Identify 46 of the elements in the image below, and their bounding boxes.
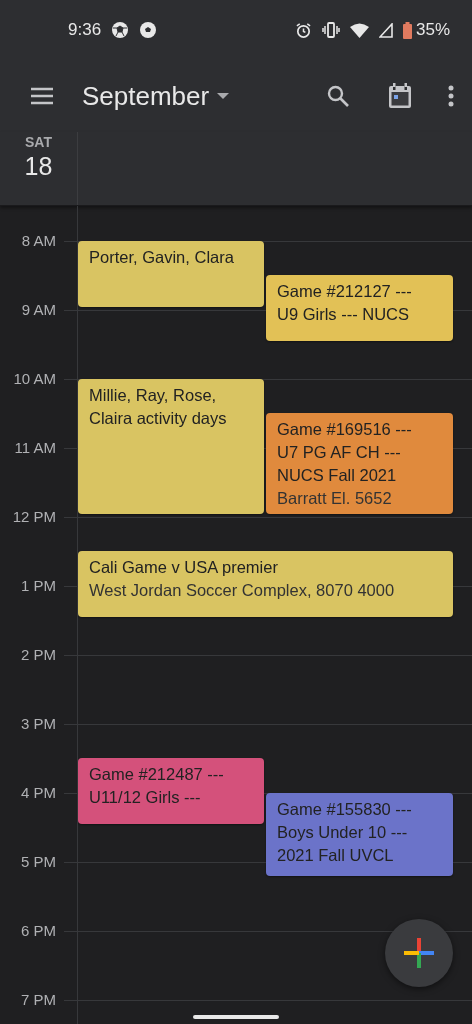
search-icon <box>326 84 350 108</box>
event-card[interactable]: Game #155830 --- Boys Under 10 --- 2021 Fall UVCL <box>266 792 453 876</box>
hour-label: 2 PM <box>21 646 56 663</box>
more-icon <box>448 85 454 107</box>
hour-label: 12 PM <box>12 508 56 525</box>
signal-icon <box>378 22 393 38</box>
event-card[interactable]: Game #212487 --- U11/12 Girls --- <box>78 758 264 824</box>
hour-label: 1 PM <box>21 577 56 594</box>
plus-icon <box>404 938 434 968</box>
hour-label: 3 PM <box>21 715 56 732</box>
vibrate-icon <box>321 22 340 38</box>
hour-label: 7 PM <box>21 991 56 1008</box>
event-title: Game #212127 --- U9 Girls --- NUCS <box>277 281 413 325</box>
event-title: Millie, Ray, Rose, Claira activity days <box>89 384 228 429</box>
event-location: Barratt El. 5652 <box>277 488 393 509</box>
calendar-icon <box>388 83 412 109</box>
event-title: Game #212487 --- U11/12 Girls --- <box>89 764 225 808</box>
day-of-week: SAT <box>25 134 52 150</box>
hour-label: 10 AM <box>13 370 56 387</box>
event-location: West Jordan Soccer Complex, 8070 4000 <box>89 580 396 601</box>
soccer-ball-icon <box>111 21 130 39</box>
hour-label: 4 PM <box>21 784 56 801</box>
battery-icon <box>402 21 412 39</box>
event-card[interactable]: Cali Game v USA premier West Jordan Soccer Complex, 8070 4000 <box>78 551 453 617</box>
hour-label: 9 AM <box>21 301 56 318</box>
menu-icon <box>30 87 54 105</box>
status-time: 9:36 <box>68 20 102 40</box>
alarm-icon <box>294 21 312 39</box>
hour-label: 6 PM <box>21 922 56 939</box>
battery-percent: 35% <box>415 20 450 40</box>
event-title: Cali Game v USA premier <box>89 557 279 578</box>
month-dropdown[interactable]: September <box>82 80 230 112</box>
event-card[interactable]: Millie, Ray, Rose, Claira activity days <box>78 378 264 514</box>
caret-icon <box>217 92 230 100</box>
soccer-ball-icon <box>139 21 158 39</box>
event-title: Game #155830 --- Boys Under 10 --- 2021 Fall UVCL <box>277 798 413 866</box>
event-card[interactable]: Porter, Gavin, Clara <box>78 240 264 307</box>
wifi-icon <box>349 22 369 38</box>
event-card[interactable]: Game #212127 --- U9 Girls --- NUCS <box>266 275 453 341</box>
hour-label: 5 PM <box>21 853 56 870</box>
hour-label: 8 AM <box>21 232 56 249</box>
event-title: Game #169516 --- U7 PG AF CH --- NUCS Fall 2021 <box>277 419 413 486</box>
event-title: Porter, Gavin, Clara <box>89 246 235 268</box>
hour-label: 11 AM <box>14 439 56 456</box>
day-number[interactable]: 18 <box>24 152 53 181</box>
event-card[interactable]: Game #169516 --- U7 PG AF CH --- NUCS Fall 2021 Barratt El. 5652 <box>266 413 453 514</box>
